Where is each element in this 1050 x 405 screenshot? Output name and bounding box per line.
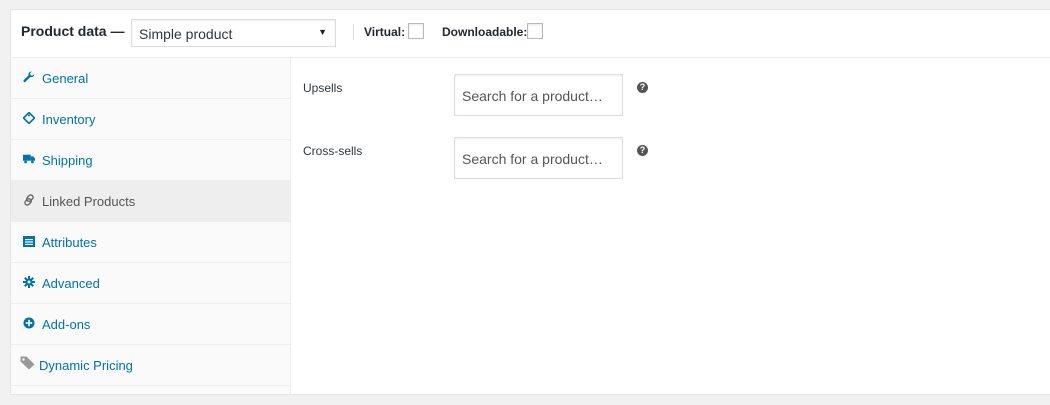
tab-label: Dynamic Pricing (39, 358, 133, 373)
product-data-tabs: General Inventory Shipping Linked Produc… (11, 58, 291, 394)
linked-products-panel: Upsells Search for a product… ? Cross-se… (291, 58, 1050, 394)
truck-icon (23, 152, 35, 166)
tab-label: Add-ons (42, 317, 91, 332)
wrench-icon (23, 70, 35, 84)
upsells-label: Upsells (303, 81, 343, 95)
price-tag-icon (19, 356, 35, 370)
tab-label: Inventory (42, 112, 96, 127)
cross-sells-placeholder: Search for a product… (462, 151, 603, 167)
product-data-panel: Product data — Simple product ▼ Virtual:… (10, 9, 1050, 395)
tab-dynamic-pricing[interactable]: Dynamic Pricing (11, 345, 290, 386)
tab-general[interactable]: General (11, 58, 290, 99)
cross-sells-search-input[interactable]: Search for a product… (454, 137, 623, 179)
upsells-search-input[interactable]: Search for a product… (454, 74, 623, 116)
tab-label: Advanced (42, 276, 100, 291)
tab-add-ons[interactable]: Add-ons (11, 304, 290, 345)
product-data-title: Product data — (21, 23, 125, 39)
list-icon (23, 234, 35, 248)
tab-label: General (42, 71, 89, 86)
tab-attributes[interactable]: Attributes (11, 222, 290, 263)
tab-label: Linked Products (42, 194, 136, 209)
link-icon (23, 193, 35, 207)
tab-inventory[interactable]: Inventory (11, 99, 290, 140)
product-data-header: Product data — Simple product ▼ Virtual:… (11, 10, 1050, 58)
header-divider (353, 24, 354, 40)
downloadable-checkbox[interactable] (527, 23, 543, 39)
tag-icon (23, 111, 35, 125)
downloadable-label: Downloadable: (442, 25, 528, 39)
gear-icon (23, 275, 35, 289)
virtual-label: Virtual: (364, 25, 406, 39)
product-type-select[interactable]: Simple product ▼ (131, 19, 336, 47)
plus-circle-icon (23, 316, 35, 330)
help-icon[interactable]: ? (637, 82, 648, 93)
upsells-placeholder: Search for a product… (462, 88, 603, 104)
cross-sells-label: Cross-sells (303, 144, 363, 158)
tab-advanced[interactable]: Advanced (11, 263, 290, 304)
product-type-value: Simple product (139, 26, 233, 42)
chevron-down-icon: ▼ (318, 27, 327, 37)
tab-shipping[interactable]: Shipping (11, 140, 290, 181)
help-icon[interactable]: ? (637, 145, 648, 156)
tab-linked-products[interactable]: Linked Products (11, 181, 290, 222)
virtual-checkbox[interactable] (408, 23, 424, 39)
tab-label: Shipping (42, 153, 93, 168)
tab-label: Attributes (42, 235, 97, 250)
